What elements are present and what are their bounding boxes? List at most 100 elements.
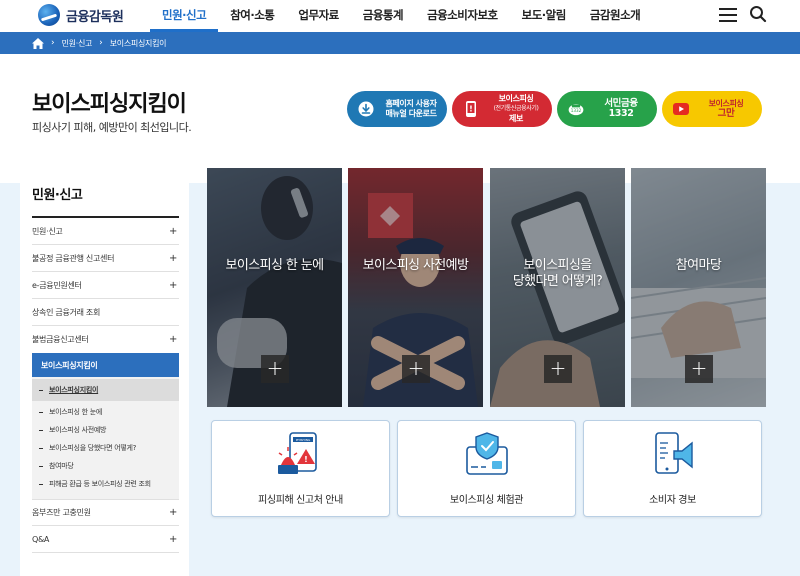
side-nav-item-label: 불공정 금융관행 신고센터 bbox=[32, 253, 115, 263]
nav-item-consumer-protection[interactable]: 금융소비자보호 bbox=[415, 0, 510, 32]
submenu-item[interactable]: 피해금 환급 등 보이스피싱 관련 조회 bbox=[32, 475, 179, 493]
dash-icon bbox=[39, 447, 43, 449]
side-nav-list: 민원·신고 + 불공정 금융관행 신고센터 + e-금융민원센터 + 상속인 금융거래… bbox=[32, 218, 179, 553]
side-nav-item-label: 상속인 금융거래 조회 bbox=[32, 307, 101, 317]
report-phishing-label: 보이스피싱 (전기통신금융사기) 제보 bbox=[493, 94, 539, 123]
search-icon[interactable] bbox=[749, 5, 767, 23]
tile-prevention[interactable]: 보이스피싱 사전예방 + bbox=[348, 168, 483, 407]
card-label: 피싱피해 신고처 안내 bbox=[258, 495, 343, 506]
expand-icon[interactable]: + bbox=[167, 226, 179, 237]
report-phishing-button[interactable]: ! 보이스피싱 (전기통신금융사기) 제보 bbox=[452, 91, 552, 127]
nav-item-participation[interactable]: 참여·소통 bbox=[218, 0, 286, 32]
side-nav: 민원·신고 민원·신고 + 불공정 금융관행 신고센터 + e-금융민원센터 + 상속… bbox=[20, 168, 189, 576]
submenu-item-label: 보이스피싱을 당했다면 어떻게? bbox=[49, 444, 137, 452]
side-nav-item-label: Q&A bbox=[32, 534, 50, 544]
dash-icon bbox=[39, 465, 43, 467]
page-subtitle: 피싱사기 피해, 예방만이 최선입니다. bbox=[32, 121, 192, 134]
tile-label: 보이스피싱 한 눈에 bbox=[225, 258, 325, 273]
plus-icon[interactable]: + bbox=[685, 355, 713, 383]
side-nav-item[interactable]: Q&A + bbox=[32, 526, 179, 553]
side-nav-item-active[interactable]: 보이스피싱지킴이 bbox=[32, 353, 179, 377]
side-nav-item[interactable]: 상속인 금융거래 조회 bbox=[32, 299, 179, 326]
tile-label: 참여마당 bbox=[675, 258, 722, 273]
microfinance-1332-button[interactable]: 1332 서민금융 1332 bbox=[557, 91, 657, 127]
chevron-right-icon: › bbox=[51, 38, 55, 48]
nav-item-complaints[interactable]: 민원·신고 bbox=[150, 0, 219, 32]
card-consumer-alert[interactable]: 소비자 경보 bbox=[583, 420, 762, 517]
side-nav-item-label: e-금융민원센터 bbox=[32, 280, 82, 290]
side-nav-item-label: 옴부즈만 고충민원 bbox=[32, 508, 91, 517]
microfinance-label: 서민금융 1332 bbox=[604, 98, 638, 119]
expand-icon[interactable]: + bbox=[167, 507, 179, 518]
submenu-item-current[interactable]: 보이스피싱지킴이 bbox=[32, 379, 179, 401]
side-nav-item[interactable]: e-금융민원센터 + bbox=[32, 272, 179, 299]
submenu-item[interactable]: 보이스피싱 한 눈에 bbox=[32, 403, 179, 421]
phone-megaphone-icon bbox=[654, 432, 693, 474]
submenu-item[interactable]: 보이스피싱을 당했다면 어떻게? bbox=[32, 439, 179, 457]
home-icon[interactable] bbox=[32, 37, 44, 49]
plus-icon[interactable]: + bbox=[261, 355, 289, 383]
expand-icon[interactable]: + bbox=[167, 534, 179, 545]
card-experience[interactable]: 보이스피싱 체험관 bbox=[397, 420, 576, 517]
tile-after-damage[interactable]: 보이스피싱을 당했다면 어떻게? + bbox=[490, 168, 625, 407]
side-nav-item[interactable]: 불공정 금융관행 신고센터 + bbox=[32, 245, 179, 272]
manual-download-label: 홈페이지 사용자 매뉴얼 다운로드 bbox=[385, 99, 437, 118]
submenu-item-label: 참여마당 bbox=[49, 462, 74, 470]
shield-card-icon bbox=[465, 432, 508, 475]
main-nav: 민원·신고 참여·소통 업무자료 금융통계 금융소비자보호 보도·알림 금감원소… bbox=[150, 0, 652, 32]
side-nav-item-label: 민원·신고 bbox=[32, 226, 63, 236]
card-report-guide[interactable]: PHISHING ! 피싱피해 신고처 안내 bbox=[211, 420, 390, 517]
logo-text: 금융감독원 bbox=[66, 9, 124, 25]
side-nav-title: 민원·신고 bbox=[32, 188, 83, 203]
breadcrumb-item[interactable]: 보이스피싱지킴이 bbox=[110, 38, 167, 49]
dash-icon bbox=[39, 429, 43, 431]
breadcrumb: › 민원·신고 › 보이스피싱지킴이 bbox=[0, 32, 800, 54]
side-nav-item-label: 불법금융신고센터 bbox=[32, 335, 89, 344]
expand-icon[interactable]: + bbox=[167, 280, 179, 291]
submenu-item[interactable]: 보이스피싱 사전예방 bbox=[32, 421, 179, 439]
tile-label: 보이스피싱을 당했다면 어떻게? bbox=[512, 258, 603, 289]
submenu-item-label: 보이스피싱지킴이 bbox=[49, 386, 99, 394]
nav-item-statistics[interactable]: 금융통계 bbox=[351, 0, 415, 32]
expand-icon[interactable]: + bbox=[167, 334, 179, 345]
side-nav-item[interactable]: 불법금융신고센터 + bbox=[32, 326, 179, 353]
side-nav-item[interactable]: 민원·신고 + bbox=[32, 218, 179, 245]
dash-icon bbox=[39, 389, 43, 391]
tile-label: 보이스피싱 사전예방 bbox=[362, 258, 469, 273]
site-header: 금융감독원 민원·신고 참여·소통 업무자료 금융통계 금융소비자보호 보도·알… bbox=[0, 0, 800, 32]
submenu-item-label: 피해금 환급 등 보이스피싱 관련 조회 bbox=[49, 480, 151, 488]
card-label: 보이스피싱 체험관 bbox=[449, 495, 524, 506]
submenu-item-label: 보이스피싱 사전예방 bbox=[49, 426, 107, 434]
svg-text:PHISHING: PHISHING bbox=[295, 438, 310, 442]
nav-item-work-materials[interactable]: 업무자료 bbox=[286, 0, 350, 32]
side-nav-submenu: 보이스피싱지킴이 보이스피싱 한 눈에 보이스피싱 사전예방 보이스피싱을 당했… bbox=[32, 377, 179, 499]
phone-alert-icon: ! bbox=[462, 100, 480, 118]
svg-text:!: ! bbox=[304, 455, 308, 464]
manual-download-button[interactable]: 홈페이지 사용자 매뉴얼 다운로드 bbox=[347, 91, 447, 127]
dash-icon bbox=[39, 411, 43, 413]
chevron-right-icon: › bbox=[99, 38, 103, 48]
menu-icon[interactable] bbox=[719, 8, 737, 22]
plus-icon[interactable]: + bbox=[544, 355, 572, 383]
download-icon bbox=[357, 100, 375, 118]
page-title: 보이스피싱지킴이 bbox=[32, 92, 187, 117]
tile-overview[interactable]: 보이스피싱 한 눈에 + bbox=[207, 168, 342, 407]
nav-item-about[interactable]: 금감원소개 bbox=[578, 0, 652, 32]
logo[interactable]: 금융감독원 bbox=[38, 4, 124, 26]
svg-text:!: ! bbox=[469, 105, 473, 114]
youtube-icon bbox=[672, 100, 690, 118]
dash-icon bbox=[39, 483, 43, 485]
card-label: 소비자 경보 bbox=[649, 495, 696, 506]
stop-phishing-video-button[interactable]: 보이스피싱 그만 bbox=[662, 91, 762, 127]
submenu-item[interactable]: 참여마당 bbox=[32, 457, 179, 475]
side-nav-item[interactable]: 옴부즈만 고충민원 + bbox=[32, 499, 179, 526]
phishing-alert-icon: PHISHING ! bbox=[277, 432, 317, 474]
logo-mark-icon bbox=[38, 4, 60, 26]
plus-icon[interactable]: + bbox=[402, 355, 430, 383]
breadcrumb-item[interactable]: 민원·신고 bbox=[62, 38, 93, 49]
expand-icon[interactable]: + bbox=[167, 253, 179, 264]
nav-item-press[interactable]: 보도·알림 bbox=[510, 0, 578, 32]
tile-participation[interactable]: 참여마당 + bbox=[631, 168, 766, 407]
stop-phishing-label: 보이스피싱 그만 bbox=[708, 99, 744, 119]
submenu-item-label: 보이스피싱 한 눈에 bbox=[49, 408, 102, 416]
